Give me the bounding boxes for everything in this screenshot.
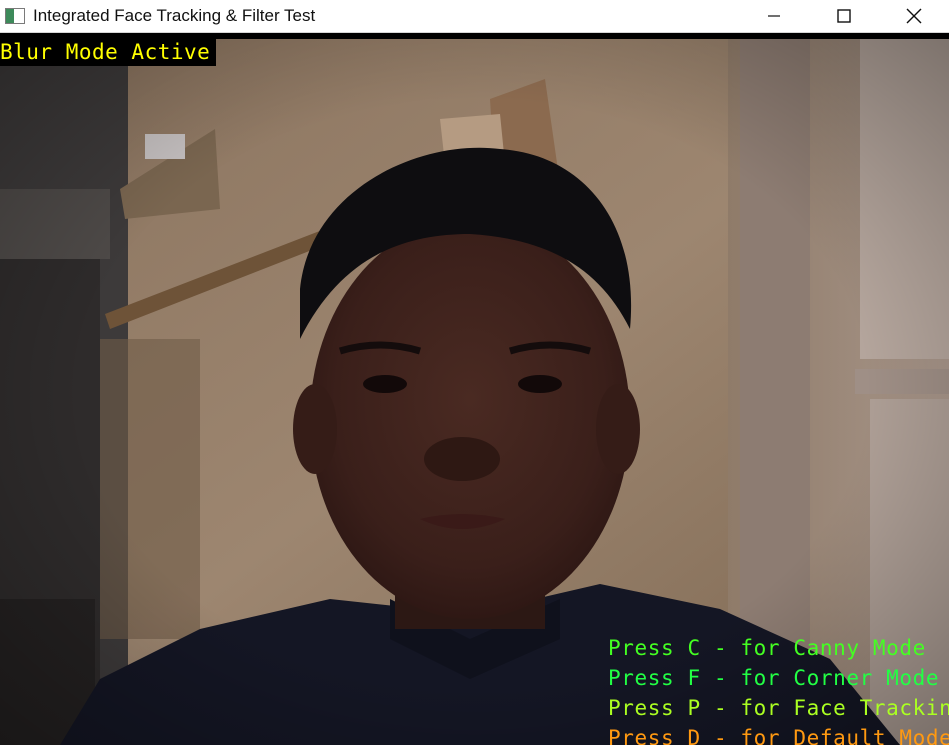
video-feed: Blur Mode Active Press C - for Canny Mod… [0,39,949,745]
hint-canny: Press C - for Canny Mode [608,636,926,660]
minimize-button[interactable] [739,0,809,32]
maximize-icon [837,9,851,23]
maximize-button[interactable] [809,0,879,32]
app-window: Integrated Face Tracking & Filter Test B… [0,0,949,745]
hint-corner: Press F - for Corner Mode [608,666,940,690]
hint-face-tracking: Press P - for Face Tracking [608,696,949,720]
window-controls [739,0,949,32]
app-icon [5,8,25,24]
close-button[interactable] [879,0,949,32]
hint-default: Press D - for Default Mode [608,726,949,745]
minimize-icon [768,15,780,17]
mode-status-label: Blur Mode Active [0,39,217,66]
window-title: Integrated Face Tracking & Filter Test [33,6,316,25]
title-bar[interactable]: Integrated Face Tracking & Filter Test [0,0,949,33]
close-icon [906,8,922,24]
